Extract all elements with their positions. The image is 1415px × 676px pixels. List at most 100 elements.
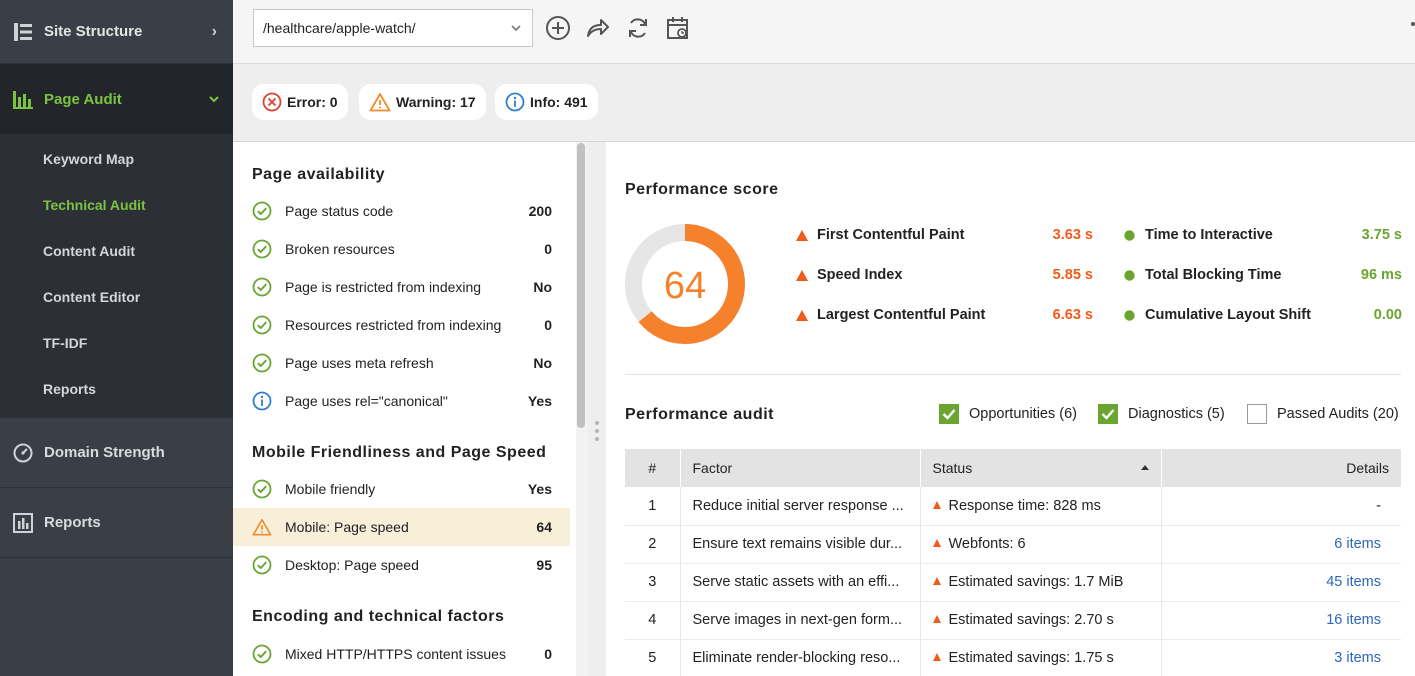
factor-value: 0 (544, 317, 552, 333)
factor-row[interactable]: Mobile friendly Yes (233, 470, 570, 508)
metric-value: 5.85 s (1052, 267, 1093, 283)
factor-row[interactable]: Resources restricted from indexing 0 (233, 306, 570, 344)
section-title-availability: Page availability (252, 166, 386, 183)
table-row[interactable]: 1 Reduce initial server response ... Respo… (625, 487, 1401, 526)
panel-splitter[interactable] (588, 142, 606, 676)
info-icon (505, 92, 525, 112)
factor-value: 64 (536, 519, 552, 535)
row-factor: Serve static assets with an effi... (680, 563, 921, 602)
factor-label: Mobile: Page speed (285, 519, 409, 535)
calendar-schedule-icon[interactable] (665, 15, 691, 41)
page-audit-icon (13, 91, 33, 109)
factor-label: Page is restricted from indexing (285, 279, 482, 295)
warning-icon (252, 518, 272, 536)
sidebar-item-page-audit[interactable]: Page Audit (0, 64, 233, 134)
factor-label: Page status code (285, 203, 394, 219)
sidebar-item-domain-strength[interactable]: Domain Strength (0, 418, 233, 488)
factor-label: Mixed HTTP/HTTPS content issues (285, 646, 506, 662)
sidebar-item-reports[interactable]: Reports (0, 488, 233, 558)
metric-value: 3.63 s (1052, 227, 1093, 243)
scrollbar-thumb[interactable] (577, 143, 585, 428)
factor-label: Desktop: Page speed (285, 557, 419, 573)
refresh-icon[interactable] (625, 15, 651, 41)
url-value: /healthcare/apple-watch/ (263, 20, 416, 36)
row-number: 2 (625, 525, 681, 564)
passed-audits-label: Passed Audits (20) (1277, 406, 1399, 422)
sidebar-item-reports-sub[interactable]: Reports (0, 366, 233, 412)
sidebar-item-label: Site Structure (44, 23, 143, 40)
sidebar-item-technical-audit[interactable]: Technical Audit (0, 182, 233, 228)
row-status: Webfonts: 6 (920, 525, 1162, 564)
site-structure-icon (14, 22, 32, 41)
info-filter-button[interactable]: Info: 491 (495, 84, 598, 120)
row-details-link[interactable]: 3 items (1161, 639, 1401, 676)
passed-audits-checkbox[interactable]: Passed Audits (20) (1247, 404, 1399, 424)
warning-filter-button[interactable]: Warning: 17 (359, 84, 486, 120)
sidebar-item-content-editor[interactable]: Content Editor (0, 274, 233, 320)
splitter-grip-dot (595, 437, 599, 441)
column-header-status[interactable]: Status (920, 449, 1162, 487)
table-header-row: # Factor Status Details (625, 449, 1401, 487)
factor-row[interactable]: Broken resources 0 (233, 230, 570, 268)
sidebar-item-content-audit[interactable]: Content Audit (0, 228, 233, 274)
metric-row: Speed Index 5.85 s (796, 265, 1096, 285)
row-number: 1 (625, 487, 681, 526)
metric-value: 6.63 s (1052, 307, 1093, 323)
factor-row[interactable]: Desktop: Page speed 95 (233, 546, 570, 584)
error-icon (262, 92, 282, 112)
row-factor: Ensure text remains visible dur... (680, 525, 921, 564)
metric-name: Speed Index (817, 267, 903, 283)
metric-row: Time to Interactive 3.75 s (1124, 225, 1402, 245)
triangle-warning-icon (932, 500, 941, 509)
add-circle-icon[interactable] (545, 15, 571, 41)
check-icon (252, 479, 272, 499)
issue-filter-bar: Error: 0 Warning: 17 Info: 491 (233, 64, 1415, 142)
score-value: 64 (664, 265, 706, 307)
sidebar-item-tf-idf[interactable]: TF-IDF (0, 320, 233, 366)
diagnostics-checkbox[interactable]: Diagnostics (5) (1098, 404, 1225, 424)
sidebar-item-keyword-map[interactable]: Keyword Map (0, 136, 233, 182)
factor-row[interactable]: Page uses rel="canonical" Yes (233, 382, 570, 420)
check-icon (252, 239, 272, 259)
opportunities-checkbox[interactable]: Opportunities (6) (939, 404, 1077, 424)
factor-value: No (533, 279, 552, 295)
share-arrow-icon[interactable] (585, 15, 611, 41)
factor-label: Mobile friendly (285, 481, 376, 497)
check-icon (252, 201, 272, 221)
performance-score-title: Performance score (625, 181, 779, 198)
gauge-icon (13, 443, 33, 462)
table-row[interactable]: 3 Serve static assets with an effi... Esti… (625, 563, 1401, 602)
section-title-mobile: Mobile Friendliness and Page Speed (252, 444, 547, 461)
table-row[interactable]: 2 Ensure text remains visible dur... Webfo… (625, 525, 1401, 564)
row-status: Estimated savings: 2.70 s (920, 601, 1162, 640)
factor-row[interactable]: Page uses meta refresh No (233, 344, 570, 382)
row-details-link[interactable]: 45 items (1161, 563, 1401, 602)
factor-value: 0 (544, 241, 552, 257)
factor-row[interactable]: Mixed HTTP/HTTPS content issues 0 (233, 635, 570, 673)
row-status-text: Response time: 828 ms (948, 497, 1101, 514)
url-select[interactable]: /healthcare/apple-watch/ (253, 9, 533, 47)
row-status: Estimated savings: 1.7 MiB (920, 563, 1162, 602)
column-header-details[interactable]: Details (1161, 449, 1401, 487)
check-icon (252, 315, 272, 335)
table-row[interactable]: 5 Eliminate render-blocking reso... Estima… (625, 639, 1401, 676)
check-icon (252, 277, 272, 297)
factor-row[interactable]: Mobile: Page speed 64 (233, 508, 570, 546)
more-dots-icon[interactable] (1411, 22, 1415, 26)
sidebar-item-site-structure[interactable]: Site Structure › (0, 0, 233, 64)
toolbar: /healthcare/apple-watch/ (233, 0, 1415, 64)
row-factor: Serve images in next-gen form... (680, 601, 921, 640)
table-row[interactable]: 4 Serve images in next-gen form... Estimat… (625, 601, 1401, 640)
row-number: 5 (625, 639, 681, 676)
chevron-down-icon (209, 95, 219, 102)
row-details-link[interactable]: 6 items (1161, 525, 1401, 564)
error-filter-button[interactable]: Error: 0 (252, 84, 348, 120)
row-status: Response time: 828 ms (920, 487, 1162, 526)
factor-row[interactable]: Page is restricted from indexing No (233, 268, 570, 306)
column-header-num[interactable]: # (625, 449, 681, 487)
column-header-factor[interactable]: Factor (680, 449, 921, 487)
row-details-link[interactable]: 16 items (1161, 601, 1401, 640)
splitter-grip-dot (595, 421, 599, 425)
factor-row[interactable]: Page status code 200 (233, 192, 570, 230)
metric-name: Time to Interactive (1145, 227, 1273, 243)
